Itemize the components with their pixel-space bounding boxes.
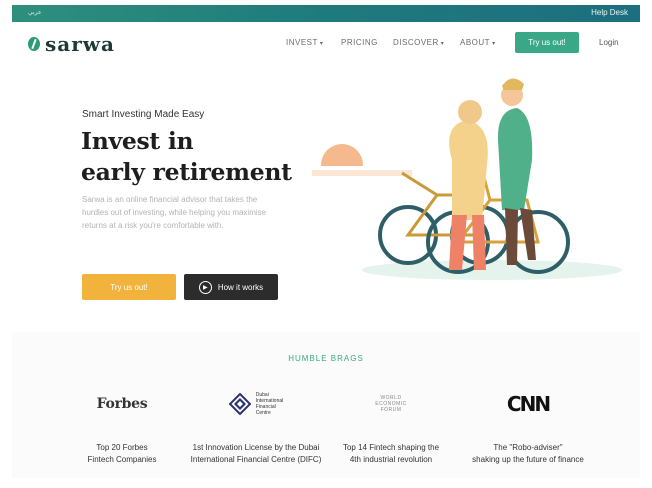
nav-invest-label: INVEST (286, 38, 318, 47)
try-us-out-header-button[interactable]: Try us out! (515, 32, 579, 53)
nav-discover-label: DISCOVER (393, 38, 439, 47)
brag-caption: Top 20 Forbes Fintech Companies (47, 442, 197, 466)
woman-body (449, 120, 488, 220)
headline-line-1: Invest in (81, 127, 194, 155)
sarwa-logo[interactable]: sarwa (28, 32, 115, 56)
caption-line-1: Top 20 Forbes (96, 443, 148, 452)
language-link[interactable]: عربي (28, 9, 42, 16)
chevron-down-icon: ▾ (319, 41, 324, 47)
brag-caption: Top 14 Fintech shaping the 4th industria… (316, 442, 466, 466)
sarwa-logo-icon (28, 37, 40, 51)
try-us-out-button[interactable]: Try us out! (82, 274, 176, 300)
caption-line-1: The "Robo-adviser" (493, 443, 563, 452)
wef-logo: WORLD ECONOMIC FORUM (316, 384, 466, 424)
caption-line-2: 4th industrial revolution (349, 455, 433, 464)
hero-description: Sarwa is an online financial advisor tha… (82, 195, 267, 230)
how-it-works-button[interactable]: ▶ How it works (184, 274, 278, 300)
brag-cnn: CNN The "Robo-adviser" shaking up the fu… (453, 384, 603, 466)
forbes-logo: Forbes (47, 384, 197, 424)
man-body (497, 108, 533, 210)
humble-brags-section: HUMBLE BRAGS Forbes Top 20 Forbes Fintec… (12, 332, 640, 478)
cnn-logo: CNN (453, 384, 603, 424)
nav-pricing[interactable]: PRICING (341, 38, 378, 47)
page: sarwa INVEST ▾ PRICING DISCOVER ▾ ABOUT ▾ T… (12, 22, 640, 478)
difc-logo-text: Dubai International Financial Centre (255, 392, 284, 416)
brag-caption: The "Robo-adviser" shaking up the future… (453, 442, 603, 466)
forbes-logo-text: Forbes (96, 396, 148, 412)
caption-line-2: International Financial Centre (DIFC) (190, 455, 322, 464)
humble-brags-title: HUMBLE BRAGS (288, 354, 364, 363)
cnn-logo-text: CNN (506, 392, 551, 416)
nav-about-label: ABOUT (460, 38, 491, 47)
top-bar: عربي Help Desk (12, 5, 640, 22)
brag-difc: Dubai International Financial Centre 1st… (181, 384, 331, 466)
horizon-glow (312, 170, 412, 176)
caption-line-1: 1st Innovation License by the Dubai (192, 443, 320, 452)
nav-pricing-label: PRICING (341, 38, 378, 47)
nav-invest[interactable]: INVEST ▾ (286, 38, 323, 47)
brag-forbes: Forbes Top 20 Forbes Fintech Companies (47, 384, 197, 466)
logo-wordmark: sarwa (45, 32, 115, 56)
brag-caption: 1st Innovation License by the Dubai Inte… (181, 442, 331, 466)
hero-eyebrow: Smart Investing Made Easy (82, 109, 205, 120)
login-link[interactable]: Login (599, 38, 619, 47)
caption-line-2: shaking up the future of finance (472, 455, 584, 464)
man-hair (502, 78, 524, 90)
caption-line-2: Fintech Companies (87, 455, 157, 464)
hero-headline: Invest in early retirement (81, 126, 311, 188)
chevron-down-icon: ▾ (492, 41, 496, 47)
nav-about[interactable]: ABOUT ▾ (460, 38, 496, 47)
wef-logo-text: WORLD ECONOMIC FORUM (375, 395, 407, 413)
sun-mask (312, 166, 432, 188)
play-icon: ▶ (198, 280, 212, 294)
nav-discover[interactable]: DISCOVER ▾ (393, 38, 444, 47)
headline-line-2: early retirement (81, 158, 292, 186)
difc-logo: Dubai International Financial Centre (181, 384, 331, 424)
help-desk-link[interactable]: Help Desk (591, 8, 628, 17)
how-it-works-label: How it works (217, 282, 264, 292)
chevron-down-icon: ▾ (440, 41, 445, 47)
difc-emblem-icon (228, 393, 251, 415)
brag-wef: WORLD ECONOMIC FORUM Top 14 Fintech shap… (316, 384, 466, 466)
hero-illustration (312, 78, 622, 280)
woman-head (458, 100, 482, 124)
caption-line-1: Top 14 Fintech shaping the (342, 443, 440, 452)
